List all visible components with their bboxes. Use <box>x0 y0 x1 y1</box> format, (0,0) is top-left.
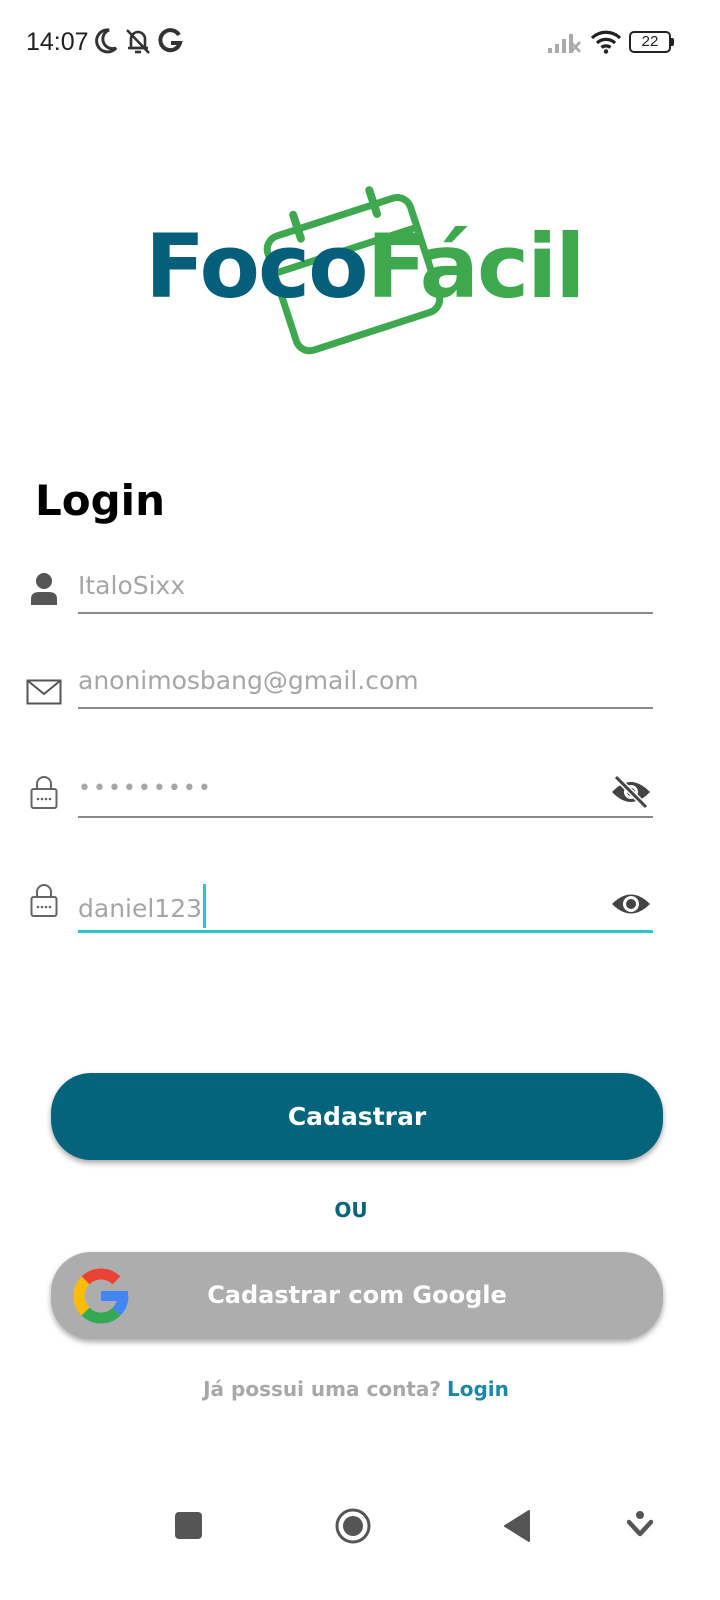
back-icon[interactable] <box>503 1509 531 1543</box>
password-underline <box>78 816 653 818</box>
mail-icon <box>26 679 62 705</box>
moon-icon <box>95 28 118 54</box>
bell-off-icon <box>126 29 150 54</box>
system-nav-bar <box>0 1480 720 1580</box>
or-divider-text: OU <box>334 1198 368 1222</box>
email-input[interactable]: anonimosbang@gmail.com <box>78 666 419 695</box>
logo-foco: Foco <box>145 215 369 318</box>
register-button[interactable]: Cadastrar <box>51 1073 663 1160</box>
confirm-password-underline <box>78 930 653 933</box>
lock-icon <box>30 776 58 809</box>
confirm-password-input[interactable]: daniel123 <box>78 884 207 932</box>
logo-facil: Fácil <box>366 215 586 318</box>
password-field[interactable]: ••••••••• <box>0 760 720 822</box>
battery-level: 22 <box>641 33 659 50</box>
app-logo-text: FocoFácil <box>145 223 585 311</box>
recents-icon[interactable] <box>175 1512 202 1539</box>
eye-off-icon[interactable] <box>610 774 652 810</box>
email-underline <box>78 707 653 709</box>
login-prompt: Já possui uma conta? Login <box>0 1377 712 1401</box>
lock-icon <box>30 884 58 917</box>
google-register-button-label: Cadastrar com Google <box>207 1281 507 1309</box>
register-button-label: Cadastrar <box>287 1102 427 1131</box>
confirm-password-text: daniel123 <box>78 894 203 923</box>
username-underline <box>78 612 653 614</box>
google-register-button[interactable]: Cadastrar com Google <box>51 1252 663 1339</box>
eye-icon[interactable] <box>610 888 652 920</box>
page-title: Login <box>35 476 165 525</box>
wifi-icon <box>590 30 622 54</box>
signal-icon <box>548 34 581 53</box>
person-icon <box>31 573 57 605</box>
username-field[interactable]: ItaloSixx <box>0 560 720 620</box>
google-g-icon <box>158 28 183 53</box>
text-caret <box>203 884 207 928</box>
login-link[interactable]: Login <box>447 1377 509 1401</box>
password-input[interactable]: ••••••••• <box>78 776 213 801</box>
status-time: 14:07 <box>26 28 89 56</box>
home-icon[interactable] <box>334 1507 372 1545</box>
battery-icon: 22 <box>629 31 675 53</box>
assistant-icon[interactable] <box>627 1510 653 1540</box>
username-input[interactable]: ItaloSixx <box>78 571 185 600</box>
confirm-password-field[interactable]: daniel123 <box>0 872 720 938</box>
status-bar: 14:07 22 <box>0 0 720 88</box>
login-prompt-question: Já possui uma conta? <box>203 1377 441 1401</box>
email-field[interactable]: anonimosbang@gmail.com <box>0 655 720 715</box>
